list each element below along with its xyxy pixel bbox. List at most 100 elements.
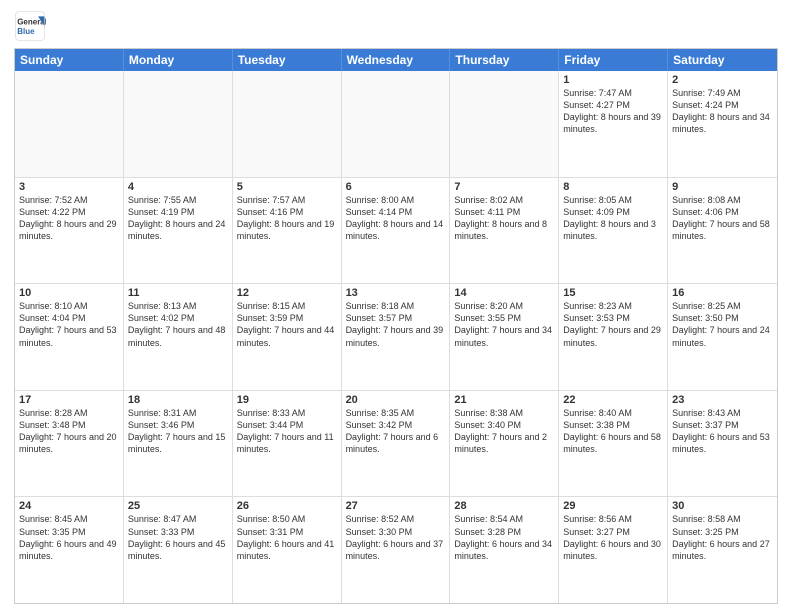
day-number: 27 [346, 500, 446, 512]
day-number: 23 [672, 394, 773, 406]
day-cell-8: 8Sunrise: 8:05 AM Sunset: 4:09 PM Daylig… [559, 178, 668, 284]
calendar: SundayMondayTuesdayWednesdayThursdayFrid… [14, 48, 778, 604]
day-cell-3: 3Sunrise: 7:52 AM Sunset: 4:22 PM Daylig… [15, 178, 124, 284]
day-number: 5 [237, 181, 337, 193]
logo: General Blue [14, 10, 50, 42]
day-info: Sunrise: 8:05 AM Sunset: 4:09 PM Dayligh… [563, 194, 663, 243]
day-number: 20 [346, 394, 446, 406]
empty-cell [15, 71, 124, 177]
day-info: Sunrise: 8:43 AM Sunset: 3:37 PM Dayligh… [672, 407, 773, 456]
day-number: 29 [563, 500, 663, 512]
header: General Blue [14, 10, 778, 42]
day-number: 4 [128, 181, 228, 193]
day-info: Sunrise: 8:23 AM Sunset: 3:53 PM Dayligh… [563, 300, 663, 349]
logo-icon: General Blue [14, 10, 46, 42]
calendar-row-2: 3Sunrise: 7:52 AM Sunset: 4:22 PM Daylig… [15, 178, 777, 285]
day-info: Sunrise: 8:54 AM Sunset: 3:28 PM Dayligh… [454, 513, 554, 562]
day-info: Sunrise: 7:52 AM Sunset: 4:22 PM Dayligh… [19, 194, 119, 243]
day-info: Sunrise: 8:31 AM Sunset: 3:46 PM Dayligh… [128, 407, 228, 456]
day-info: Sunrise: 8:52 AM Sunset: 3:30 PM Dayligh… [346, 513, 446, 562]
calendar-row-3: 10Sunrise: 8:10 AM Sunset: 4:04 PM Dayli… [15, 284, 777, 391]
calendar-row-5: 24Sunrise: 8:45 AM Sunset: 3:35 PM Dayli… [15, 497, 777, 603]
day-number: 13 [346, 287, 446, 299]
calendar-body: 1Sunrise: 7:47 AM Sunset: 4:27 PM Daylig… [15, 71, 777, 603]
day-info: Sunrise: 8:20 AM Sunset: 3:55 PM Dayligh… [454, 300, 554, 349]
day-cell-18: 18Sunrise: 8:31 AM Sunset: 3:46 PM Dayli… [124, 391, 233, 497]
day-info: Sunrise: 8:28 AM Sunset: 3:48 PM Dayligh… [19, 407, 119, 456]
day-cell-21: 21Sunrise: 8:38 AM Sunset: 3:40 PM Dayli… [450, 391, 559, 497]
day-number: 19 [237, 394, 337, 406]
day-number: 18 [128, 394, 228, 406]
day-cell-4: 4Sunrise: 7:55 AM Sunset: 4:19 PM Daylig… [124, 178, 233, 284]
day-number: 6 [346, 181, 446, 193]
svg-text:Blue: Blue [17, 27, 35, 36]
day-info: Sunrise: 8:13 AM Sunset: 4:02 PM Dayligh… [128, 300, 228, 349]
day-cell-29: 29Sunrise: 8:56 AM Sunset: 3:27 PM Dayli… [559, 497, 668, 603]
day-cell-13: 13Sunrise: 8:18 AM Sunset: 3:57 PM Dayli… [342, 284, 451, 390]
day-number: 25 [128, 500, 228, 512]
day-cell-26: 26Sunrise: 8:50 AM Sunset: 3:31 PM Dayli… [233, 497, 342, 603]
day-cell-27: 27Sunrise: 8:52 AM Sunset: 3:30 PM Dayli… [342, 497, 451, 603]
empty-cell [233, 71, 342, 177]
day-info: Sunrise: 8:33 AM Sunset: 3:44 PM Dayligh… [237, 407, 337, 456]
day-cell-30: 30Sunrise: 8:58 AM Sunset: 3:25 PM Dayli… [668, 497, 777, 603]
day-cell-2: 2Sunrise: 7:49 AM Sunset: 4:24 PM Daylig… [668, 71, 777, 177]
day-info: Sunrise: 8:40 AM Sunset: 3:38 PM Dayligh… [563, 407, 663, 456]
empty-cell [124, 71, 233, 177]
day-cell-9: 9Sunrise: 8:08 AM Sunset: 4:06 PM Daylig… [668, 178, 777, 284]
day-cell-11: 11Sunrise: 8:13 AM Sunset: 4:02 PM Dayli… [124, 284, 233, 390]
day-cell-28: 28Sunrise: 8:54 AM Sunset: 3:28 PM Dayli… [450, 497, 559, 603]
calendar-row-4: 17Sunrise: 8:28 AM Sunset: 3:48 PM Dayli… [15, 391, 777, 498]
day-cell-20: 20Sunrise: 8:35 AM Sunset: 3:42 PM Dayli… [342, 391, 451, 497]
day-info: Sunrise: 7:55 AM Sunset: 4:19 PM Dayligh… [128, 194, 228, 243]
day-info: Sunrise: 8:47 AM Sunset: 3:33 PM Dayligh… [128, 513, 228, 562]
day-info: Sunrise: 8:56 AM Sunset: 3:27 PM Dayligh… [563, 513, 663, 562]
empty-cell [342, 71, 451, 177]
day-cell-15: 15Sunrise: 8:23 AM Sunset: 3:53 PM Dayli… [559, 284, 668, 390]
day-number: 1 [563, 74, 663, 86]
day-info: Sunrise: 8:25 AM Sunset: 3:50 PM Dayligh… [672, 300, 773, 349]
header-day-thursday: Thursday [450, 49, 559, 71]
day-cell-14: 14Sunrise: 8:20 AM Sunset: 3:55 PM Dayli… [450, 284, 559, 390]
day-cell-1: 1Sunrise: 7:47 AM Sunset: 4:27 PM Daylig… [559, 71, 668, 177]
day-cell-6: 6Sunrise: 8:00 AM Sunset: 4:14 PM Daylig… [342, 178, 451, 284]
day-info: Sunrise: 7:57 AM Sunset: 4:16 PM Dayligh… [237, 194, 337, 243]
day-info: Sunrise: 8:38 AM Sunset: 3:40 PM Dayligh… [454, 407, 554, 456]
calendar-row-1: 1Sunrise: 7:47 AM Sunset: 4:27 PM Daylig… [15, 71, 777, 178]
day-number: 2 [672, 74, 773, 86]
day-info: Sunrise: 8:00 AM Sunset: 4:14 PM Dayligh… [346, 194, 446, 243]
header-day-sunday: Sunday [15, 49, 124, 71]
day-info: Sunrise: 8:15 AM Sunset: 3:59 PM Dayligh… [237, 300, 337, 349]
page: General Blue SundayMondayTuesdayWednesda… [0, 0, 792, 612]
day-number: 7 [454, 181, 554, 193]
day-cell-10: 10Sunrise: 8:10 AM Sunset: 4:04 PM Dayli… [15, 284, 124, 390]
day-number: 3 [19, 181, 119, 193]
day-number: 21 [454, 394, 554, 406]
day-number: 17 [19, 394, 119, 406]
day-number: 24 [19, 500, 119, 512]
day-number: 30 [672, 500, 773, 512]
day-cell-25: 25Sunrise: 8:47 AM Sunset: 3:33 PM Dayli… [124, 497, 233, 603]
day-info: Sunrise: 7:49 AM Sunset: 4:24 PM Dayligh… [672, 87, 773, 136]
empty-cell [450, 71, 559, 177]
day-info: Sunrise: 7:47 AM Sunset: 4:27 PM Dayligh… [563, 87, 663, 136]
day-number: 28 [454, 500, 554, 512]
day-number: 8 [563, 181, 663, 193]
day-cell-22: 22Sunrise: 8:40 AM Sunset: 3:38 PM Dayli… [559, 391, 668, 497]
day-cell-16: 16Sunrise: 8:25 AM Sunset: 3:50 PM Dayli… [668, 284, 777, 390]
day-number: 16 [672, 287, 773, 299]
day-number: 26 [237, 500, 337, 512]
day-number: 11 [128, 287, 228, 299]
day-cell-24: 24Sunrise: 8:45 AM Sunset: 3:35 PM Dayli… [15, 497, 124, 603]
day-cell-19: 19Sunrise: 8:33 AM Sunset: 3:44 PM Dayli… [233, 391, 342, 497]
day-cell-23: 23Sunrise: 8:43 AM Sunset: 3:37 PM Dayli… [668, 391, 777, 497]
day-info: Sunrise: 8:35 AM Sunset: 3:42 PM Dayligh… [346, 407, 446, 456]
header-day-saturday: Saturday [668, 49, 777, 71]
day-number: 15 [563, 287, 663, 299]
day-info: Sunrise: 8:50 AM Sunset: 3:31 PM Dayligh… [237, 513, 337, 562]
day-cell-5: 5Sunrise: 7:57 AM Sunset: 4:16 PM Daylig… [233, 178, 342, 284]
header-day-tuesday: Tuesday [233, 49, 342, 71]
day-number: 14 [454, 287, 554, 299]
header-day-friday: Friday [559, 49, 668, 71]
day-info: Sunrise: 8:10 AM Sunset: 4:04 PM Dayligh… [19, 300, 119, 349]
